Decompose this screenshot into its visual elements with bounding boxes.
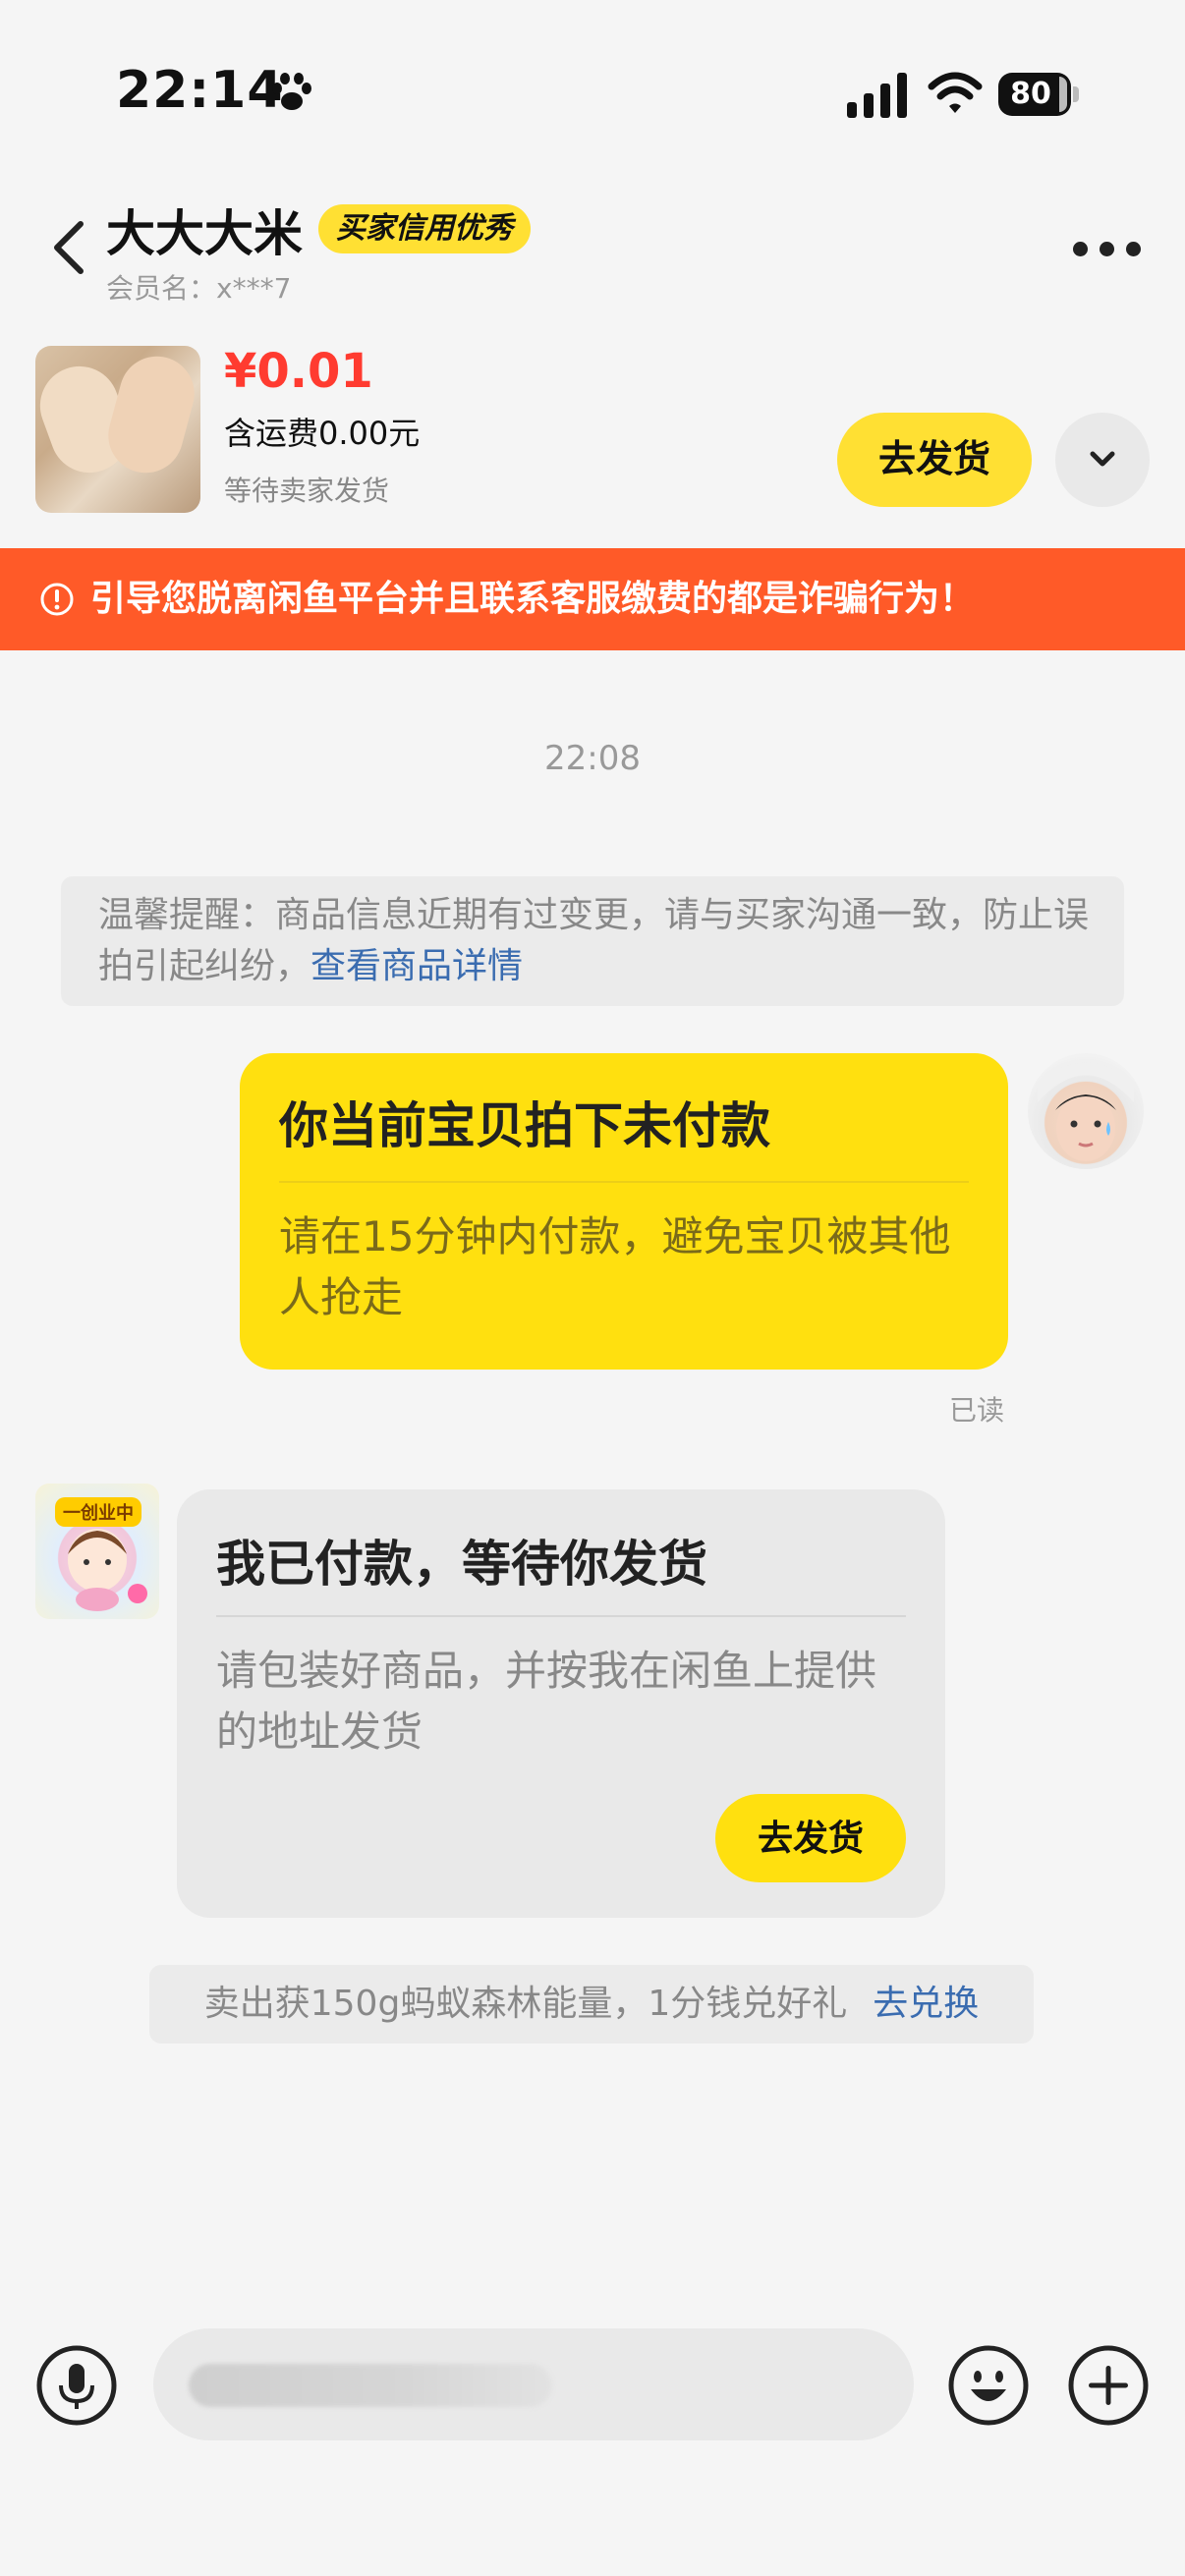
view-product-link[interactable]: 查看商品详情 [310, 946, 523, 986]
paw-icon [272, 73, 311, 110]
chat-timestamp: 22:08 [544, 739, 641, 778]
more-icon[interactable] [1073, 242, 1142, 257]
message-input[interactable] [153, 2328, 914, 2440]
member-name: 会员名：x***7 [106, 272, 292, 305]
mic-icon[interactable] [35, 2344, 118, 2427]
product-thumbnail[interactable] [35, 346, 200, 513]
message-title: 你当前宝贝拍下未付款 [279, 1097, 770, 1154]
divider [279, 1181, 969, 1183]
order-status: 等待卖家发货 [224, 475, 390, 507]
avatar-face [1038, 1063, 1134, 1161]
chevron-down-icon [1090, 451, 1115, 467]
message-body: 请在15分钟内付款，避免宝贝被其他人抢走 [279, 1212, 951, 1321]
warning-icon [40, 583, 74, 616]
fraud-warning-banner: 引导您脱离闲鱼平台并且联系客服缴费的都是诈骗行为！ [0, 548, 1185, 650]
promo-redeem-link[interactable]: 去兑换 [873, 1984, 979, 2024]
status-time: 22:14 [116, 61, 284, 120]
notice-box: 温馨提醒：商品信息近期有过变更，请与买家沟通一致，防止误拍引起纠纷，查看商品详情 [61, 876, 1124, 1006]
back-icon[interactable] [49, 218, 88, 277]
avatar[interactable] [1028, 1053, 1144, 1169]
emoji-icon[interactable] [947, 2344, 1030, 2427]
ship-button[interactable]: 去发货 [837, 413, 1032, 507]
credit-badge: 买家信用优秀 [318, 204, 531, 253]
message-bubble-paid: 我已付款，等待你发货 请包装好商品，并按我在闲鱼上提供的地址发货 去发货 [177, 1489, 945, 1918]
warning-text: 引导您脱离闲鱼平台并且联系客服缴费的都是诈骗行为！ [90, 579, 976, 619]
message-body: 请包装好商品，并按我在闲鱼上提供的地址发货 [216, 1647, 877, 1756]
product-price: ¥0.01 [224, 344, 373, 399]
promo-text: 卖出获150g蚂蚁森林能量，1分钱兑好礼 [203, 1984, 848, 2024]
expand-button[interactable] [1055, 413, 1150, 507]
avatar[interactable]: 一创业中 [35, 1484, 159, 1619]
avatar-face [68, 1529, 147, 1611]
chat-partner-name: 大大大米 [106, 205, 303, 262]
shipping-fee: 含运费0.00元 [224, 415, 421, 452]
read-status: 已读 [949, 1394, 1005, 1427]
plus-icon[interactable] [1067, 2344, 1150, 2427]
wifi-icon [928, 72, 983, 113]
battery-icon: 80 [998, 73, 1079, 116]
input-draft-blurred [189, 2364, 552, 2407]
battery-level: 80 [1010, 77, 1051, 111]
ship-button-in-message[interactable]: 去发货 [715, 1794, 906, 1882]
signal-icon [847, 73, 907, 118]
divider [216, 1615, 906, 1617]
message-title: 我已付款，等待你发货 [216, 1536, 707, 1593]
message-bubble-unpaid: 你当前宝贝拍下未付款 请在15分钟内付款，避免宝贝被其他人抢走 [240, 1053, 1008, 1370]
promo-banner: 卖出获150g蚂蚁森林能量，1分钱兑好礼 去兑换 [149, 1965, 1034, 2044]
notice-text: 温馨提醒：商品信息近期有过变更，请与买家沟通一致，防止误拍引起纠纷， [98, 895, 1090, 986]
